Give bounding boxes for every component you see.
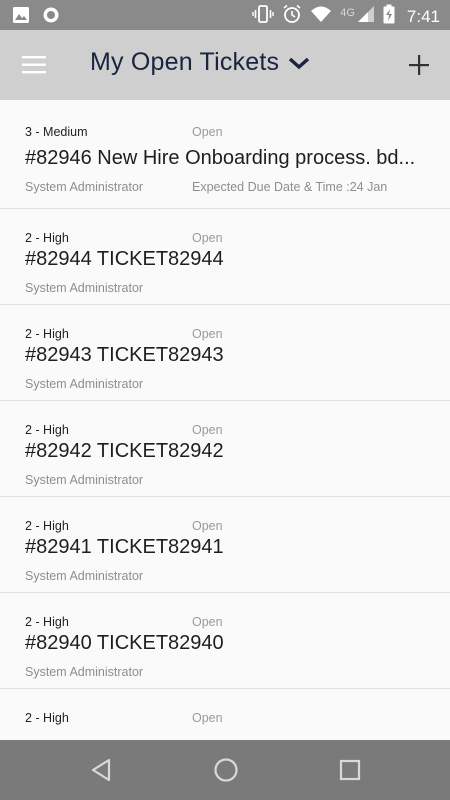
ticket-title: #82941 TICKET82941 <box>25 536 224 558</box>
back-button[interactable] <box>86 754 118 786</box>
network-type-label: 4G <box>340 6 355 19</box>
status-bar-right: 4G 7:41 <box>252 4 440 29</box>
plus-icon <box>409 55 429 75</box>
ticket-item[interactable]: 2 - High Open #82944 TICKET82944 System … <box>0 209 450 305</box>
status-bar: 4G 7:41 <box>0 0 450 30</box>
ticket-owner: System Administrator <box>25 665 144 679</box>
menu-icon <box>22 56 46 74</box>
circle-app-icon <box>42 6 60 29</box>
ticket-item[interactable]: 2 - High Open #82941 TICKET82941 System … <box>0 497 450 593</box>
ticket-owner: System Administrator <box>25 473 144 487</box>
vibrate-icon <box>252 4 274 29</box>
system-nav-bar <box>0 740 450 800</box>
ticket-title: #82946 New Hire Onboarding process. bd..… <box>25 147 416 169</box>
add-ticket-button[interactable] <box>406 52 432 78</box>
ticket-priority: 2 - High <box>25 615 69 629</box>
app-bar: My Open Tickets <box>0 30 450 100</box>
ticket-priority: 2 - High <box>25 423 69 437</box>
battery-charging-icon <box>383 4 395 29</box>
home-button[interactable] <box>210 754 242 786</box>
status-time: 7:41 <box>406 6 440 26</box>
home-circle-icon <box>214 758 238 782</box>
menu-button[interactable] <box>18 51 52 79</box>
ticket-owner: System Administrator <box>25 569 144 583</box>
ticket-owner: System Administrator <box>25 281 144 295</box>
ticket-status: Open <box>192 519 223 533</box>
wifi-icon <box>310 5 332 28</box>
image-icon <box>12 6 30 29</box>
ticket-status: Open <box>192 615 223 629</box>
ticket-priority: 3 - Medium <box>25 125 88 139</box>
ticket-priority: 2 - High <box>25 519 69 533</box>
ticket-status: Open <box>192 125 223 139</box>
ticket-status: Open <box>192 423 223 437</box>
ticket-title: #82944 TICKET82944 <box>25 248 224 270</box>
ticket-priority: 2 - High <box>25 231 69 245</box>
ticket-view-selector[interactable]: My Open Tickets <box>90 48 311 77</box>
ticket-title: #82940 TICKET82940 <box>25 632 224 654</box>
page-title: My Open Tickets <box>90 48 280 76</box>
ticket-status: Open <box>192 711 223 725</box>
status-bar-left <box>12 6 60 29</box>
ticket-item[interactable]: 2 - High Open #82940 TICKET82940 System … <box>0 593 450 689</box>
ticket-item[interactable]: 3 - Medium Open #82946 New Hire Onboardi… <box>0 100 450 209</box>
ticket-item[interactable]: 2 - High Open <box>0 689 450 740</box>
ticket-owner: System Administrator <box>25 180 144 194</box>
ticket-priority: 2 - High <box>25 327 69 341</box>
ticket-item[interactable]: 2 - High Open #82942 TICKET82942 System … <box>0 401 450 497</box>
ticket-due-date: Expected Due Date & Time :24 Jan <box>192 180 388 194</box>
ticket-status: Open <box>192 327 223 341</box>
ticket-list[interactable]: 3 - Medium Open #82946 New Hire Onboardi… <box>0 100 450 740</box>
back-triangle-icon <box>91 758 111 782</box>
ticket-priority: 2 - High <box>25 711 69 725</box>
chevron-down-icon <box>289 57 310 69</box>
ticket-title: #82943 TICKET82943 <box>25 344 224 366</box>
ticket-title: #82942 TICKET82942 <box>25 440 224 462</box>
recents-button[interactable] <box>334 754 366 786</box>
screen: 4G 7:41 My Open Tickets 3 - Medium Open … <box>0 0 450 800</box>
ticket-owner: System Administrator <box>25 377 144 391</box>
ticket-item[interactable]: 2 - High Open #82943 TICKET82943 System … <box>0 305 450 401</box>
ticket-status: Open <box>192 231 223 245</box>
signal-icon <box>357 5 375 28</box>
recents-square-icon <box>339 759 361 781</box>
alarm-icon <box>282 4 302 29</box>
